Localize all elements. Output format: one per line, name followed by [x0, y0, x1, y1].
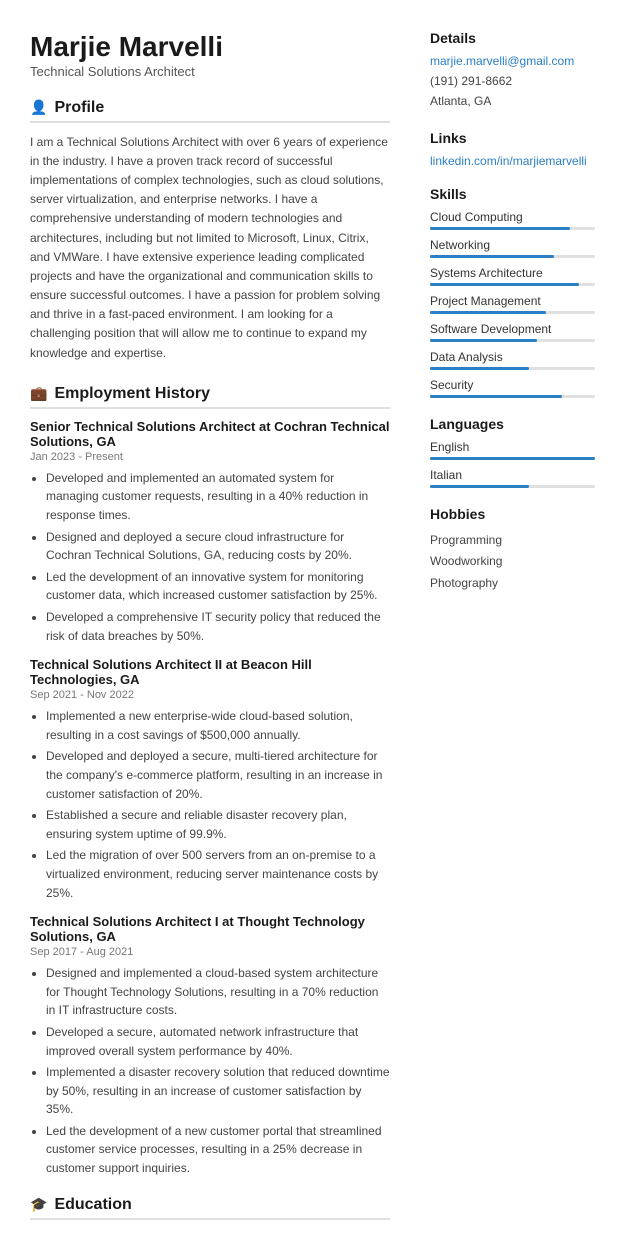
- skill-bar-bg: [430, 339, 595, 342]
- links-title: Links: [430, 130, 595, 146]
- languages-title: Languages: [430, 416, 595, 432]
- details-title: Details: [430, 30, 595, 46]
- skill-bar-bg: [430, 395, 595, 398]
- education-icon: 🎓: [30, 1196, 47, 1213]
- language-item: Italian: [430, 468, 595, 488]
- hobbies-title: Hobbies: [430, 506, 595, 522]
- skill-label: Security: [430, 378, 595, 392]
- job-title: Technical Solutions Architect: [30, 64, 390, 79]
- skill-label: Software Development: [430, 322, 595, 336]
- skills-list: Cloud Computing Networking Systems Archi…: [430, 210, 595, 398]
- skill-item: Security: [430, 378, 595, 398]
- job-3-date: Sep 2017 - Aug 2021: [30, 946, 390, 958]
- list-item: Developed a comprehensive IT security po…: [46, 608, 390, 645]
- skill-item: Systems Architecture: [430, 266, 595, 286]
- job-3-title: Technical Solutions Architect I at Thoug…: [30, 914, 390, 944]
- skill-bar-fill: [430, 339, 537, 342]
- hobby-item: Programming: [430, 530, 595, 552]
- language-label: English: [430, 440, 595, 454]
- employment-section-title: 💼 Employment History: [30, 385, 390, 409]
- language-bar-fill: [430, 457, 595, 460]
- job-1-title: Senior Technical Solutions Architect at …: [30, 419, 390, 449]
- job-2-date: Sep 2021 - Nov 2022: [30, 689, 390, 701]
- full-name: Marjie Marvelli: [30, 30, 390, 64]
- list-item: Designed and deployed a secure cloud inf…: [46, 528, 390, 565]
- job-1-bullets: Developed and implemented an automated s…: [46, 469, 390, 645]
- job-2: Technical Solutions Architect II at Beac…: [30, 657, 390, 902]
- skill-bar-bg: [430, 311, 595, 314]
- details-section: Details marjie.marvelli@gmail.com (191) …: [430, 30, 595, 112]
- skill-label: Systems Architecture: [430, 266, 595, 280]
- job-3-bullets: Designed and implemented a cloud-based s…: [46, 964, 390, 1178]
- list-item: Developed and deployed a secure, multi-t…: [46, 747, 390, 803]
- skill-bar-bg: [430, 283, 595, 286]
- skills-section: Skills Cloud Computing Networking System…: [430, 186, 595, 398]
- list-item: Led the development of an innovative sys…: [46, 568, 390, 605]
- list-item: Led the migration of over 500 servers fr…: [46, 846, 390, 902]
- skill-bar-fill: [430, 255, 554, 258]
- skill-item: Networking: [430, 238, 595, 258]
- language-label: Italian: [430, 468, 595, 482]
- job-1-date: Jan 2023 - Present: [30, 451, 390, 463]
- skill-bar-bg: [430, 227, 595, 230]
- list-item: Developed a secure, automated network in…: [46, 1023, 390, 1060]
- skill-bar-fill: [430, 367, 529, 370]
- skill-label: Data Analysis: [430, 350, 595, 364]
- list-item: Implemented a disaster recovery solution…: [46, 1063, 390, 1119]
- employment-section: 💼 Employment History Senior Technical So…: [30, 385, 390, 1178]
- list-item: Led the development of a new customer po…: [46, 1122, 390, 1178]
- skill-item: Software Development: [430, 322, 595, 342]
- languages-list: English Italian: [430, 440, 595, 488]
- profile-icon: 👤: [30, 99, 47, 116]
- skill-bar-fill: [430, 311, 546, 314]
- languages-section: Languages English Italian: [430, 416, 595, 488]
- profile-section-title: 👤 Profile: [30, 99, 390, 123]
- job-1: Senior Technical Solutions Architect at …: [30, 419, 390, 645]
- location-text: Atlanta, GA: [430, 91, 595, 111]
- skill-bar-bg: [430, 255, 595, 258]
- language-bar-fill: [430, 485, 529, 488]
- job-3: Technical Solutions Architect I at Thoug…: [30, 914, 390, 1178]
- phone-text: (191) 291-8662: [430, 71, 595, 91]
- profile-text: I am a Technical Solutions Architect wit…: [30, 133, 390, 363]
- skill-item: Data Analysis: [430, 350, 595, 370]
- list-item: Implemented a new enterprise-wide cloud-…: [46, 707, 390, 744]
- job-2-bullets: Implemented a new enterprise-wide cloud-…: [46, 707, 390, 902]
- email-link[interactable]: marjie.marvelli@gmail.com: [430, 54, 595, 68]
- skill-label: Networking: [430, 238, 595, 252]
- hobby-item: Woodworking: [430, 551, 595, 573]
- list-item: Designed and implemented a cloud-based s…: [46, 964, 390, 1020]
- skill-label: Project Management: [430, 294, 595, 308]
- profile-section: 👤 Profile I am a Technical Solutions Arc…: [30, 99, 390, 363]
- list-item: Developed and implemented an automated s…: [46, 469, 390, 525]
- hobby-item: Photography: [430, 573, 595, 595]
- education-section: 🎓 Education: [30, 1196, 390, 1220]
- skill-bar-fill: [430, 227, 570, 230]
- job-2-title: Technical Solutions Architect II at Beac…: [30, 657, 390, 687]
- list-item: Established a secure and reliable disast…: [46, 806, 390, 843]
- education-section-title: 🎓 Education: [30, 1196, 390, 1220]
- skill-item: Cloud Computing: [430, 210, 595, 230]
- language-item: English: [430, 440, 595, 460]
- language-bar-bg: [430, 457, 595, 460]
- hobbies-section: Hobbies ProgrammingWoodworkingPhotograph…: [430, 506, 595, 595]
- right-column: Details marjie.marvelli@gmail.com (191) …: [415, 0, 615, 1260]
- skills-title: Skills: [430, 186, 595, 202]
- employment-icon: 💼: [30, 385, 47, 402]
- hobbies-list: ProgrammingWoodworkingPhotography: [430, 530, 595, 595]
- links-section: Links linkedin.com/in/marjiemarvelli: [430, 130, 595, 168]
- skill-bar-fill: [430, 283, 579, 286]
- skill-bar-bg: [430, 367, 595, 370]
- language-bar-bg: [430, 485, 595, 488]
- skill-bar-fill: [430, 395, 562, 398]
- skill-item: Project Management: [430, 294, 595, 314]
- linkedin-link[interactable]: linkedin.com/in/marjiemarvelli: [430, 154, 595, 168]
- skill-label: Cloud Computing: [430, 210, 595, 224]
